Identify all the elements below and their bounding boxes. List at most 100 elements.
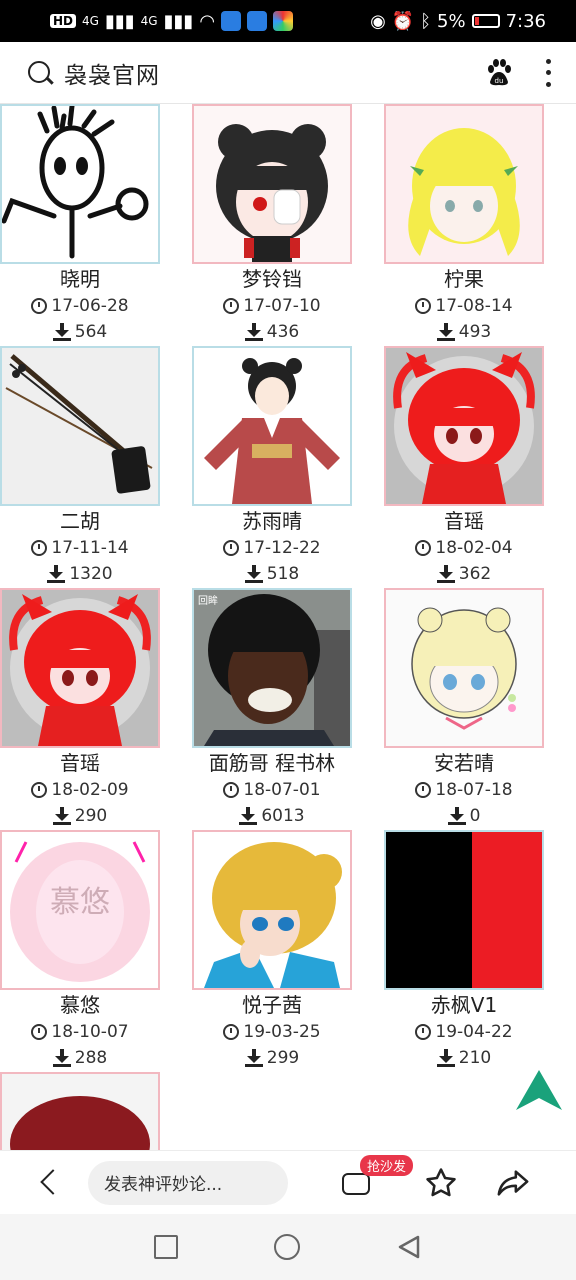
item-date: 18-07-18 <box>384 777 544 803</box>
item-date: 18-07-01 <box>192 777 352 803</box>
grid-row: 音瑶 18-02-09 290 回眸 面筋哥 程书林 18-07-01 6013 <box>0 588 576 830</box>
sofa-badge[interactable]: 抢沙发 <box>360 1155 414 1176</box>
svg-text:回眸: 回眸 <box>198 594 218 607</box>
app-notification-icon <box>247 11 268 31</box>
download-count: 362 <box>384 561 544 587</box>
comment-input[interactable]: 发表神评妙论... <box>88 1160 288 1205</box>
grid-item[interactable]: 赤枫V1 19-04-22 210 <box>384 830 544 1072</box>
more-vertical-icon[interactable] <box>546 58 552 87</box>
emoji-grid-viewport[interactable]: 45 4 662 晓明 17-06-28 564 <box>0 104 576 1150</box>
app-notification-icon <box>221 11 242 31</box>
back-to-top-button[interactable] <box>514 1068 564 1112</box>
download-count: 493 <box>384 319 544 345</box>
download-count: 288 <box>0 1045 160 1071</box>
download-icon <box>52 1049 71 1067</box>
nav-back-icon[interactable] <box>396 1234 422 1260</box>
grid-item[interactable]: 回眸 面筋哥 程书林 18-07-01 6013 <box>192 588 352 830</box>
grid-item[interactable]: 安若晴 18-07-18 0 <box>384 588 544 830</box>
grid-item[interactable]: 音瑶 18-02-09 290 <box>0 588 160 830</box>
item-thumbnail[interactable]: 回眸 <box>192 588 352 748</box>
bluetooth-icon: ᛒ <box>420 10 432 32</box>
search-icon[interactable] <box>26 59 54 87</box>
star-icon[interactable] <box>424 1166 458 1200</box>
app-notification-icon <box>273 11 294 31</box>
item-name: 慕悠 <box>60 993 100 1017</box>
download-icon <box>436 1049 455 1067</box>
grid-item[interactable]: 音瑶 18-02-04 362 <box>384 346 544 588</box>
grid-item-partial[interactable] <box>0 1072 160 1150</box>
item-thumbnail[interactable] <box>384 588 544 748</box>
item-name: 梦铃铛 <box>242 267 302 291</box>
clock-icon <box>223 298 240 314</box>
status-bar: HD 4G ▮▮▮ 4G ▮▮▮ ◠ ◉ ⏰ ᛒ 5% 7:36 <box>0 0 576 42</box>
item-date: 18-02-04 <box>384 535 544 561</box>
download-icon <box>244 565 263 583</box>
download-count: 299 <box>192 1045 352 1071</box>
share-icon[interactable] <box>496 1166 530 1200</box>
bottom-action-bar: 发表神评妙论... 抢沙发 <box>0 1150 576 1214</box>
signal-bars-icon: ▮▮▮ <box>163 10 194 32</box>
clock-icon <box>31 1024 48 1040</box>
item-thumbnail[interactable] <box>192 104 352 264</box>
item-date: 17-06-28 <box>0 293 160 319</box>
download-count: 518 <box>192 561 352 587</box>
item-name: 悦子茜 <box>242 993 302 1017</box>
item-date: 18-02-09 <box>0 777 160 803</box>
download-icon <box>436 323 455 341</box>
recent-apps-icon[interactable] <box>154 1235 178 1259</box>
item-thumbnail[interactable] <box>192 830 352 990</box>
item-date: 19-03-25 <box>192 1019 352 1045</box>
grid-item[interactable]: 慕悠 慕悠 18-10-07 288 <box>0 830 160 1072</box>
item-thumbnail[interactable] <box>0 1072 160 1150</box>
hd-badge: HD <box>50 14 77 28</box>
signal-bars-icon: ▮▮▮ <box>104 10 135 32</box>
baidu-paw-icon[interactable]: du <box>484 58 514 88</box>
item-thumbnail[interactable] <box>384 346 544 506</box>
download-count: 6013 <box>192 803 352 829</box>
download-count: 436 <box>192 319 352 345</box>
clock-icon <box>223 1024 240 1040</box>
item-thumbnail[interactable] <box>384 830 544 990</box>
item-name: 音瑶 <box>444 509 484 533</box>
download-count: 290 <box>0 803 160 829</box>
download-icon <box>436 565 455 583</box>
clock-icon <box>415 782 432 798</box>
item-thumbnail[interactable]: 慕悠 <box>0 830 160 990</box>
item-name: 二胡 <box>60 509 100 533</box>
item-name: 面筋哥 程书林 <box>208 751 336 775</box>
download-count: 564 <box>0 319 160 345</box>
system-nav-bar <box>0 1214 576 1280</box>
status-left: HD 4G ▮▮▮ 4G ▮▮▮ ◠ <box>50 10 294 32</box>
grid-item[interactable]: 柠果 17-08-14 493 <box>384 104 544 346</box>
grid-item[interactable]: 苏雨晴 17-12-22 518 <box>192 346 352 588</box>
item-thumbnail[interactable] <box>0 588 160 748</box>
grid-row: 慕悠 慕悠 18-10-07 288 悦子茜 19-03-25 299 赤枫V1… <box>0 830 576 1072</box>
signal-2: 4G <box>140 14 158 28</box>
clock-icon <box>223 540 240 556</box>
item-name: 赤枫V1 <box>430 993 498 1017</box>
emoji-grid: 45 4 662 晓明 17-06-28 564 <box>0 104 576 1150</box>
battery-icon <box>471 14 500 28</box>
download-count: 1320 <box>0 561 160 587</box>
item-name: 安若晴 <box>434 751 494 775</box>
download-icon <box>244 1049 263 1067</box>
back-icon[interactable] <box>30 1163 70 1203</box>
item-date: 17-07-10 <box>192 293 352 319</box>
grid-item[interactable]: 梦铃铛 17-07-10 436 <box>192 104 352 346</box>
item-date: 17-08-14 <box>384 293 544 319</box>
item-thumbnail[interactable] <box>192 346 352 506</box>
grid-item[interactable]: 悦子茜 19-03-25 299 <box>192 830 352 1072</box>
grid-row: 晓明 17-06-28 564 梦铃铛 17-07-10 436 柠果 17-0… <box>0 104 576 346</box>
grid-item[interactable]: 二胡 17-11-14 1320 <box>0 346 160 588</box>
home-icon[interactable] <box>274 1234 300 1260</box>
item-thumbnail[interactable] <box>384 104 544 264</box>
item-thumbnail[interactable] <box>0 104 160 264</box>
item-date: 18-10-07 <box>0 1019 160 1045</box>
item-name: 晓明 <box>60 267 100 291</box>
download-icon <box>52 807 71 825</box>
item-date: 17-11-14 <box>0 535 160 561</box>
grid-item[interactable]: 晓明 17-06-28 564 <box>0 104 160 346</box>
item-thumbnail[interactable] <box>0 346 160 506</box>
status-right: ◉ ⏰ ᛒ 5% 7:36 <box>370 11 546 32</box>
item-date: 19-04-22 <box>384 1019 544 1045</box>
